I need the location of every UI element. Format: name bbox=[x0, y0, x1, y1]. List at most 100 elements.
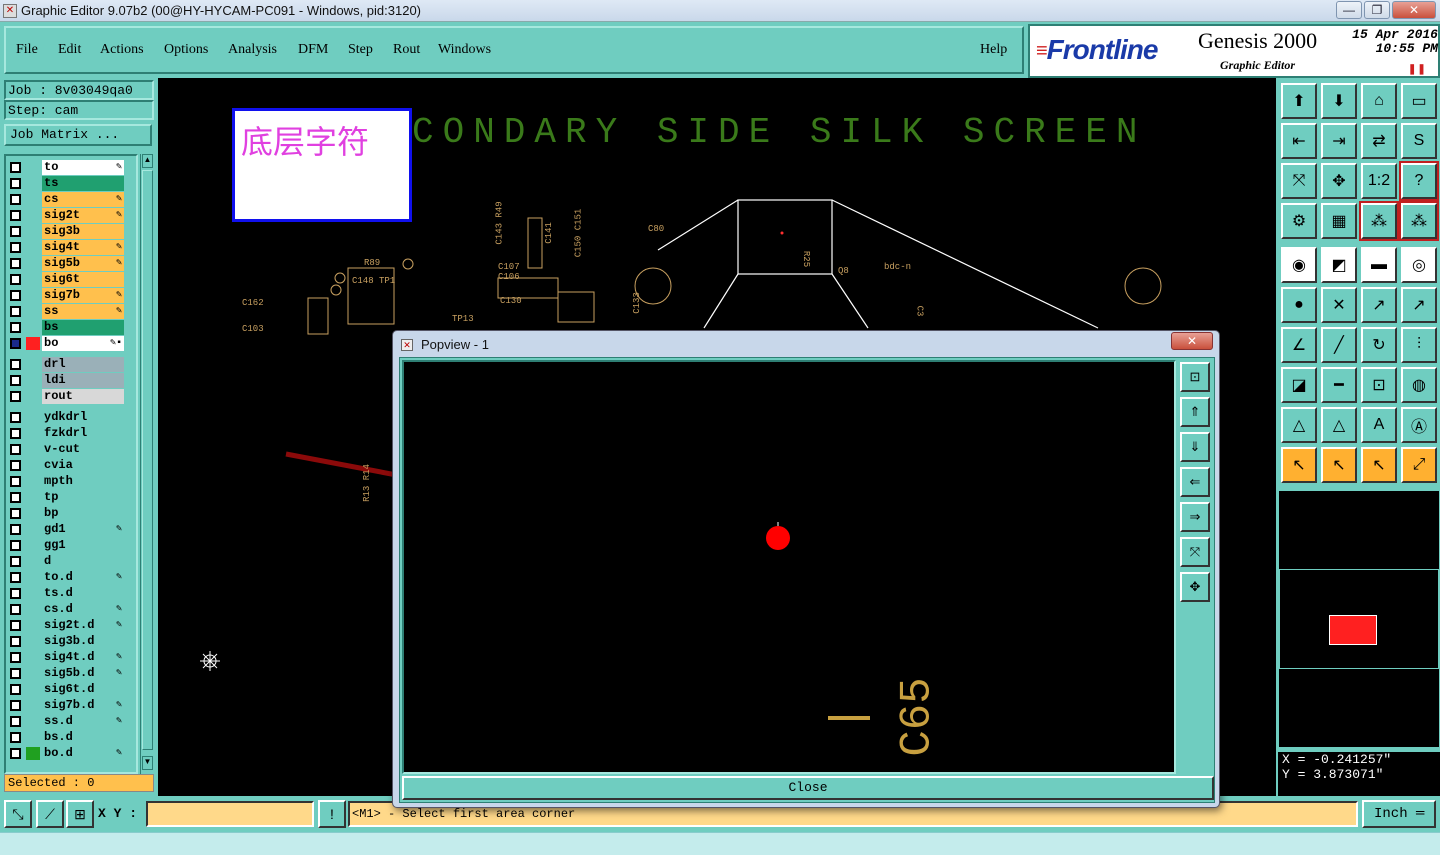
arc2-icon[interactable]: Ⓐ bbox=[1401, 407, 1437, 443]
layer-row-mpth[interactable]: mpth bbox=[8, 474, 128, 489]
layer-row-sig2t-d[interactable]: sig2t.d ✎ bbox=[8, 618, 128, 633]
layer-checkbox[interactable] bbox=[10, 290, 21, 301]
window-icon[interactable]: ▭ bbox=[1401, 83, 1437, 119]
net2-icon[interactable]: ⁂ bbox=[1399, 201, 1439, 241]
scroll-down-icon[interactable]: ▼ bbox=[142, 756, 153, 770]
unit-selector[interactable]: Inch ═ bbox=[1362, 800, 1436, 828]
layer-checkbox[interactable] bbox=[10, 620, 21, 631]
layer-checkbox[interactable] bbox=[10, 748, 21, 759]
layer-row-rout[interactable]: rout bbox=[8, 389, 128, 404]
layer-row-cs-d[interactable]: cs.d ✎ bbox=[8, 602, 128, 617]
layer-row-bp[interactable]: bp bbox=[8, 506, 128, 521]
cross-icon[interactable]: ✕ bbox=[1321, 287, 1357, 323]
xy-input[interactable] bbox=[146, 801, 314, 827]
layer-checkbox[interactable] bbox=[10, 572, 21, 583]
popview-fit-icon[interactable]: ⊡ bbox=[1180, 362, 1210, 392]
swap-icon[interactable]: ⇄ bbox=[1361, 123, 1397, 159]
alert-icon[interactable]: ! bbox=[318, 800, 346, 828]
cluster-icon[interactable]: ◍ bbox=[1401, 367, 1437, 403]
move-up-icon[interactable]: ⬆ bbox=[1281, 83, 1317, 119]
triangle-icon[interactable]: △ bbox=[1281, 407, 1317, 443]
move-down-icon[interactable]: ⬇ bbox=[1321, 83, 1357, 119]
layer-checkbox[interactable] bbox=[10, 306, 21, 317]
layer-row-sig6t-d[interactable]: sig6t.d bbox=[8, 682, 128, 697]
popview-up-icon[interactable]: ⇑ bbox=[1180, 397, 1210, 427]
layer-checkbox[interactable] bbox=[10, 700, 21, 711]
layer-row-sig3b-d[interactable]: sig3b.d bbox=[8, 634, 128, 649]
layer-checkbox[interactable] bbox=[10, 226, 21, 237]
layer-scrollbar[interactable]: ▲ ▼ bbox=[140, 154, 154, 774]
popview-close-icon[interactable]: ✕ bbox=[1171, 332, 1213, 350]
fit-icon[interactable]: ⤧ bbox=[1281, 163, 1317, 199]
layer-checkbox[interactable] bbox=[10, 732, 21, 743]
layer-checkbox[interactable] bbox=[10, 359, 21, 370]
settings-icon[interactable]: ⚙ bbox=[1281, 203, 1317, 239]
grid-icon[interactable]: ▦ bbox=[1321, 203, 1357, 239]
layer-row-sig4t-d[interactable]: sig4t.d ✎ bbox=[8, 650, 128, 665]
net-icon[interactable]: ⁂ bbox=[1359, 201, 1399, 241]
snap-icon[interactable]: S bbox=[1401, 123, 1437, 159]
layer-row-fzkdrl[interactable]: fzkdrl bbox=[8, 426, 128, 441]
layer-checkbox[interactable] bbox=[10, 652, 21, 663]
zoom-icon[interactable]: ✥ bbox=[1321, 163, 1357, 199]
pointer-box-icon[interactable]: ↖ bbox=[1321, 447, 1357, 483]
layer-checkbox[interactable] bbox=[10, 460, 21, 471]
menu-file[interactable]: File bbox=[16, 42, 38, 58]
menu-analysis[interactable]: Analysis bbox=[228, 42, 277, 58]
pointer-circle-icon[interactable]: ↖ bbox=[1361, 447, 1397, 483]
frame-icon[interactable]: ⊡ bbox=[1361, 367, 1397, 403]
layer-checkbox[interactable] bbox=[10, 274, 21, 285]
layer-row-ydkdrl[interactable]: ydkdrl bbox=[8, 410, 128, 425]
grid-icon[interactable]: ⊞ bbox=[66, 800, 94, 828]
layer-row-bs-d[interactable]: bs.d bbox=[8, 730, 128, 745]
home-icon[interactable]: ⌂ bbox=[1361, 83, 1397, 119]
layer-row-sig3b[interactable]: sig3b bbox=[8, 224, 128, 239]
layer-checkbox[interactable] bbox=[10, 258, 21, 269]
layer-row-cvia[interactable]: cvia bbox=[8, 458, 128, 473]
layer-row-tp[interactable]: tp bbox=[8, 490, 128, 505]
layer-checkbox[interactable] bbox=[10, 162, 21, 173]
layer-row-sig4t[interactable]: sig4t ✎ bbox=[8, 240, 128, 255]
color-icon[interactable]: ◩ bbox=[1321, 247, 1357, 283]
minimap-viewport[interactable] bbox=[1329, 615, 1377, 645]
layer-checkbox[interactable] bbox=[10, 492, 21, 503]
layer-checkbox[interactable] bbox=[10, 508, 21, 519]
popview-zoom-in-icon[interactable]: ✥ bbox=[1180, 572, 1210, 602]
layer-checkbox[interactable] bbox=[10, 391, 21, 402]
layer-checkbox[interactable] bbox=[10, 540, 21, 551]
layer-row-sig2t[interactable]: sig2t ✎ bbox=[8, 208, 128, 223]
maximize-button[interactable]: ❐ bbox=[1364, 1, 1390, 19]
layer-row-gd1[interactable]: gd1 ✎ bbox=[8, 522, 128, 537]
layer-checkbox[interactable] bbox=[10, 684, 21, 695]
menu-help[interactable]: Help bbox=[980, 42, 1007, 58]
layer-checkbox[interactable] bbox=[10, 338, 21, 349]
layer-row-bo[interactable]: bo ✎▪ bbox=[8, 336, 128, 351]
pointer-icon[interactable]: ↖ bbox=[1281, 447, 1317, 483]
layer-checkbox[interactable] bbox=[10, 194, 21, 205]
triangle2-icon[interactable]: △ bbox=[1321, 407, 1357, 443]
layer-checkbox[interactable] bbox=[10, 322, 21, 333]
select-box-icon[interactable]: ◪ bbox=[1281, 367, 1317, 403]
rotate-icon[interactable]: ↻ bbox=[1361, 327, 1397, 363]
layer-checkbox[interactable] bbox=[10, 210, 21, 221]
layer-row-v-cut[interactable]: v-cut bbox=[8, 442, 128, 457]
layer-row-sig5b[interactable]: sig5b ✎ bbox=[8, 256, 128, 271]
layer-checkbox[interactable] bbox=[10, 524, 21, 535]
layer-row-to[interactable]: to ✎ bbox=[8, 160, 128, 175]
node-icon[interactable]: ● bbox=[1281, 287, 1317, 323]
minimap[interactable] bbox=[1278, 490, 1440, 748]
measure-icon[interactable]: ⟋ bbox=[36, 800, 64, 828]
angle-icon[interactable]: ∠ bbox=[1281, 327, 1317, 363]
layer-row-ts[interactable]: ts bbox=[8, 176, 128, 191]
menu-dfm[interactable]: DFM bbox=[298, 42, 328, 58]
layer-checkbox[interactable] bbox=[10, 444, 21, 455]
popview-right-icon[interactable]: ⇒ bbox=[1180, 502, 1210, 532]
popview-zoom-out-icon[interactable]: ⤧ bbox=[1180, 537, 1210, 567]
layer-checkbox[interactable] bbox=[10, 242, 21, 253]
layer-row-gg1[interactable]: gg1 bbox=[8, 538, 128, 553]
menu-options[interactable]: Options bbox=[164, 42, 208, 58]
arc-icon[interactable]: A bbox=[1361, 407, 1397, 443]
layer-checkbox[interactable] bbox=[10, 412, 21, 423]
layer-checkbox[interactable] bbox=[10, 636, 21, 647]
layer-row-cs[interactable]: cs ✎ bbox=[8, 192, 128, 207]
